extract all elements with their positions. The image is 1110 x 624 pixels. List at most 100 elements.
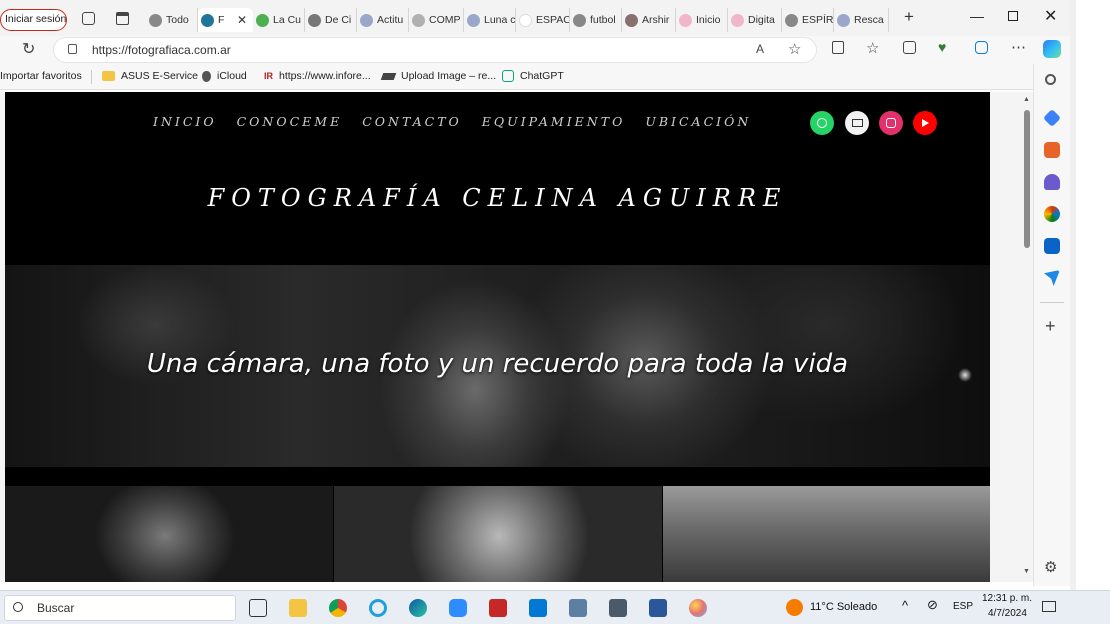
taskbar-search[interactable]: Buscar	[4, 595, 236, 621]
lock-icon[interactable]	[68, 44, 77, 54]
network-icon[interactable]: ⊘	[927, 597, 938, 613]
nav-ubicacion[interactable]: UBICACIÓN	[645, 114, 751, 129]
nav-equipamiento[interactable]: EQUIPAMIENTO	[482, 114, 626, 129]
shopping-tag-icon[interactable]	[1042, 108, 1062, 128]
chatgpt-icon	[502, 70, 514, 82]
tab-1[interactable]: F ✕	[198, 8, 253, 32]
page-scrollbar[interactable]: ▲ ▼	[1021, 92, 1033, 582]
minimize-icon[interactable]: —	[970, 8, 984, 24]
wordpress-icon	[837, 13, 850, 27]
workspaces-icon[interactable]	[82, 12, 95, 25]
tab-5[interactable]: COMP	[409, 8, 464, 32]
tab-2[interactable]: La Cu	[253, 8, 305, 32]
edge-icon[interactable]	[409, 599, 427, 617]
url-text[interactable]: https://fotografiaca.com.ar	[92, 43, 231, 57]
close-window-icon[interactable]: ✕	[1044, 6, 1057, 26]
weather-icon[interactable]	[786, 599, 803, 616]
copilot-icon[interactable]	[1043, 40, 1061, 58]
file-explorer-icon[interactable]	[289, 599, 307, 617]
favorite-chatgpt[interactable]: ChatGPT	[502, 70, 564, 82]
more-options-icon[interactable]: ⋯	[1011, 38, 1026, 56]
nav-contacto[interactable]: CONTACTO	[362, 114, 462, 129]
split-screen-icon[interactable]	[832, 41, 844, 54]
collections-icon[interactable]	[903, 41, 916, 54]
sidebar-settings-icon[interactable]: ⚙	[1044, 558, 1057, 576]
outlook-icon[interactable]	[1044, 238, 1060, 254]
language-indicator[interactable]: ESP	[953, 601, 973, 612]
gallery-photo-singer[interactable]	[5, 486, 333, 582]
calculator-icon[interactable]	[609, 599, 627, 617]
word-icon[interactable]	[649, 599, 667, 617]
maximize-icon[interactable]	[1008, 11, 1018, 21]
tab-7[interactable]: ESPAC	[516, 8, 570, 32]
address-bar-row: ↻ https://fotografiaca.com.ar A ☆ ☆ ♥ ⋯	[0, 36, 1070, 64]
favorite-inforeg[interactable]: IR https://www.infore...	[264, 70, 371, 82]
add-icon[interactable]: +	[1045, 316, 1056, 337]
clock-time[interactable]: 12:31 p. m.	[982, 593, 1032, 604]
scrollbar-thumb[interactable]	[1024, 110, 1030, 248]
page-viewport: INICIO CONOCEME CONTACTO EQUIPAMIENTO UB…	[0, 92, 1021, 582]
tab-10[interactable]: Inicio	[676, 8, 728, 32]
whatsapp-icon[interactable]	[810, 111, 834, 135]
tab-label: Luna c	[484, 14, 516, 26]
sign-in-button[interactable]: Iniciar sesión	[0, 9, 67, 31]
store-icon[interactable]	[529, 599, 547, 617]
tab-label: De Ci	[325, 14, 352, 26]
layers-icon	[380, 72, 397, 80]
nav-inicio[interactable]: INICIO	[153, 114, 217, 129]
tab-3[interactable]: De Ci	[305, 8, 357, 32]
task-view-icon[interactable]	[249, 599, 267, 617]
tab-4[interactable]: Actitu	[357, 8, 409, 32]
tab-13[interactable]: Resca	[834, 8, 889, 32]
search-icon[interactable]	[1045, 74, 1056, 85]
tab-8[interactable]: futbol	[570, 8, 622, 32]
favorite-star-icon[interactable]: ☆	[788, 40, 801, 58]
scroll-down-icon[interactable]: ▼	[1023, 568, 1030, 575]
paint-icon[interactable]	[689, 599, 707, 617]
internet-explorer-icon[interactable]	[369, 599, 387, 617]
close-tab-icon[interactable]: ✕	[237, 13, 247, 27]
remote-app-icon[interactable]	[489, 599, 507, 617]
site-title: FOTOGRAFÍA CELINA AGUIRRE	[207, 184, 788, 212]
send-icon[interactable]	[1044, 270, 1060, 286]
tab-6[interactable]: Luna c	[464, 8, 516, 32]
favorite-upload-image[interactable]: Upload Image – re...	[380, 70, 496, 82]
favorite-import[interactable]: Importar favoritos	[0, 70, 82, 82]
clock-date[interactable]: 4/7/2024	[988, 608, 1027, 619]
tab-9[interactable]: Arshir	[622, 8, 676, 32]
nav-conoceme[interactable]: CONOCEME	[237, 114, 343, 129]
document-icon	[785, 13, 798, 27]
tab-0[interactable]: Todo	[146, 8, 198, 32]
games-icon[interactable]	[1044, 174, 1060, 190]
email-icon[interactable]	[845, 111, 869, 135]
edge-capture-icon[interactable]	[975, 41, 988, 54]
gallery-photo-portrait[interactable]	[334, 486, 662, 582]
chrome-icon[interactable]	[329, 599, 347, 617]
microsoft365-icon[interactable]	[1044, 206, 1060, 222]
heart-icon	[731, 13, 744, 27]
tab-strip: Iniciar sesión Todo F ✕ La Cu De Ci Actitu COM…	[0, 0, 1070, 36]
network-app-icon[interactable]	[569, 599, 587, 617]
tab-actions-icon[interactable]	[116, 12, 129, 25]
leaf-icon	[256, 13, 269, 27]
notifications-icon[interactable]	[1042, 601, 1056, 612]
gallery-photo-soccer[interactable]	[663, 486, 990, 582]
tab-11[interactable]: Digita	[728, 8, 782, 32]
youtube-icon[interactable]	[913, 111, 937, 135]
refresh-icon[interactable]: ↻	[22, 39, 35, 59]
favorite-asus[interactable]: ASUS E-Service	[102, 70, 198, 82]
tools-briefcase-icon[interactable]	[1044, 142, 1060, 158]
address-bar[interactable]: https://fotografiaca.com.ar A ☆	[54, 38, 816, 62]
instagram-icon[interactable]	[879, 111, 903, 135]
read-aloud-icon[interactable]: A	[756, 42, 764, 56]
scroll-up-icon[interactable]: ▲	[1023, 96, 1030, 103]
new-tab-icon[interactable]: +	[904, 7, 914, 27]
favorite-icloud[interactable]: iCloud	[202, 70, 247, 82]
zoom-icon[interactable]	[449, 599, 467, 617]
weather-text[interactable]: 11°C Soleado	[810, 601, 877, 613]
favorites-icon[interactable]: ☆	[866, 39, 879, 57]
browser-essentials-icon[interactable]: ♥	[938, 39, 946, 55]
tab-12[interactable]: ESPÍR	[782, 8, 834, 32]
favorites-divider	[91, 70, 92, 84]
tray-chevron-icon[interactable]: ^	[902, 598, 908, 613]
